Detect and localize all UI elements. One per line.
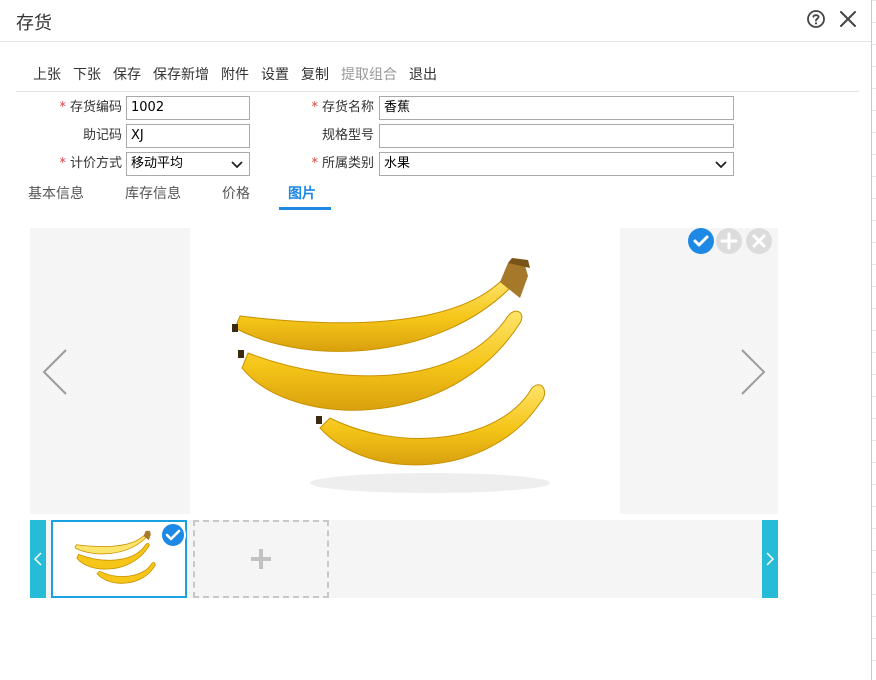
settings-button[interactable]: 设置 — [255, 64, 295, 86]
toolbar-divider — [16, 91, 859, 92]
strip-prev-button[interactable] — [30, 520, 46, 598]
chevron-down-icon — [231, 161, 243, 169]
name-label: * 存货名称 — [311, 100, 374, 115]
inventory-dialog: 存货 上张 下张 保存 保存新增 附件 设置 复制 提取组合 退出 * 存货编码 … — [0, 0, 872, 680]
banana-image — [190, 228, 620, 514]
pricing-select[interactable]: 移动平均 — [126, 152, 250, 176]
spec-label: 规格型号 — [321, 128, 374, 143]
code-input[interactable]: 1002 — [126, 96, 250, 120]
delete-image-button[interactable] — [746, 228, 772, 254]
extract-bundle-button[interactable]: 提取组合 — [335, 64, 403, 86]
add-thumbnail-button[interactable] — [193, 520, 329, 598]
spec-input[interactable] — [379, 124, 734, 148]
category-select[interactable]: 水果 — [379, 152, 734, 176]
required-mark: * — [311, 100, 318, 115]
mnemonic-input[interactable]: XJ — [126, 124, 250, 148]
plus-icon — [720, 232, 738, 250]
pricing-select-value: 移动平均 — [131, 156, 184, 171]
tab-images[interactable]: 图片 — [288, 180, 316, 208]
chevron-left-icon[interactable] — [40, 348, 70, 396]
next-record-button[interactable]: 下张 — [67, 64, 107, 86]
exit-button[interactable]: 退出 — [403, 64, 443, 86]
thumbnail-selected-check-icon — [160, 522, 186, 548]
dialog-title: 存货 — [16, 13, 52, 34]
mnemonic-label: 助记码 — [82, 128, 122, 143]
required-mark: * — [311, 156, 318, 171]
required-mark: * — [59, 100, 66, 115]
close-icon[interactable] — [838, 9, 858, 29]
save-button[interactable]: 保存 — [107, 64, 147, 86]
active-tab-indicator — [279, 207, 331, 210]
copy-button[interactable]: 复制 — [295, 64, 335, 86]
category-select-value: 水果 — [384, 156, 411, 171]
save-and-new-button[interactable]: 保存新增 — [147, 64, 215, 86]
chevron-left-icon — [33, 552, 42, 566]
name-input[interactable]: 香蕉 — [379, 96, 734, 120]
tab-price[interactable]: 价格 — [222, 180, 250, 208]
check-icon — [693, 235, 709, 247]
chevron-down-icon — [715, 161, 727, 169]
dialog-titlebar: 存货 — [0, 0, 871, 42]
pricing-label: * 计价方式 — [59, 156, 122, 171]
chevron-right-icon — [766, 552, 775, 566]
strip-next-button[interactable] — [762, 520, 778, 598]
category-label: * 所属类别 — [311, 156, 374, 171]
help-circle-icon[interactable] — [806, 9, 826, 29]
tab-basic-info[interactable]: 基本信息 — [28, 180, 84, 208]
code-label: * 存货编码 — [59, 100, 122, 115]
confirm-image-button[interactable] — [688, 228, 714, 254]
attachment-button[interactable]: 附件 — [215, 64, 255, 86]
chevron-right-icon[interactable] — [738, 348, 768, 396]
toolbar: 上张 下张 保存 保存新增 附件 设置 复制 提取组合 退出 — [27, 64, 443, 86]
required-mark: * — [59, 156, 66, 171]
plus-icon — [251, 549, 271, 569]
tab-stock-info[interactable]: 库存信息 — [125, 180, 181, 208]
x-icon — [752, 234, 766, 248]
prev-record-button[interactable]: 上张 — [27, 64, 67, 86]
add-image-button[interactable] — [716, 228, 742, 254]
